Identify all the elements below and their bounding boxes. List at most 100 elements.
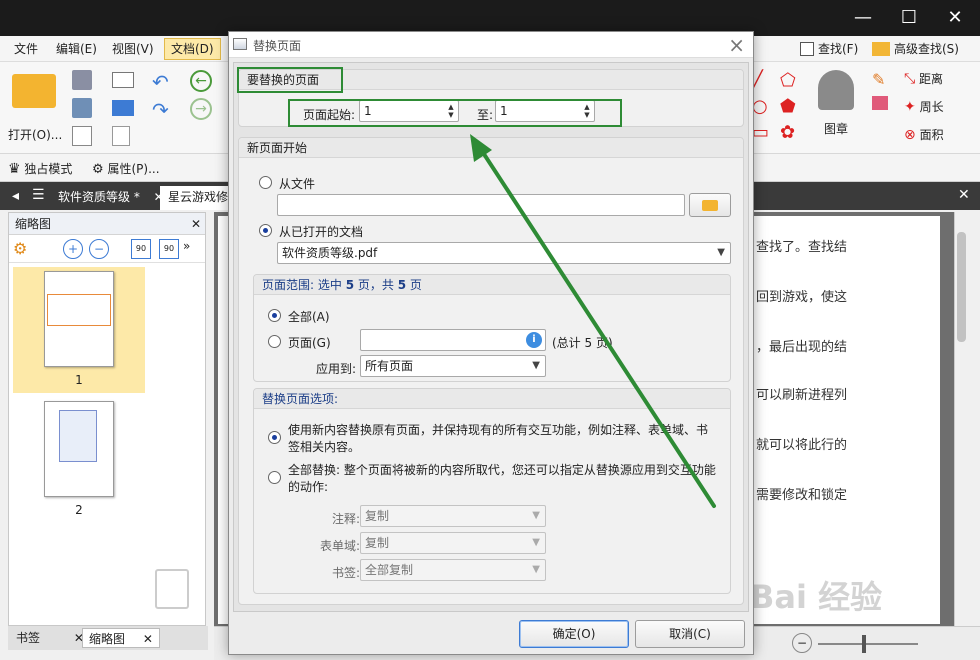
browse-button[interactable]: [689, 193, 731, 217]
pentagon-tool-icon[interactable]: ⬟: [780, 96, 796, 117]
stamp-icon: [818, 70, 854, 110]
cancel-button[interactable]: 取消(C): [635, 620, 745, 648]
folder-icon: [12, 74, 56, 108]
folder-icon: [702, 200, 718, 211]
tab-close-icon[interactable]: ✕: [143, 632, 153, 646]
zoom-out-icon[interactable]: −: [792, 633, 812, 653]
keep-interactions-radio[interactable]: [268, 431, 281, 444]
thumbnail-toolbar: ⚙ + − 90 90 »: [9, 235, 205, 263]
find-menu[interactable]: 查找(F): [800, 40, 858, 60]
menu-edit[interactable]: 编辑(E): [56, 40, 97, 60]
polygon-tool-icon[interactable]: ⬠: [780, 70, 796, 91]
dialog-icon: [233, 38, 247, 50]
info-icon[interactable]: i: [526, 332, 542, 348]
advanced-find-menu[interactable]: 高级查找(S): [872, 40, 959, 60]
properties-button[interactable]: ⚙ 属性(P)...: [92, 160, 160, 177]
save-icon[interactable]: [72, 70, 92, 90]
redo-icon[interactable]: ↷: [152, 98, 169, 122]
rectangle-tool-icon[interactable]: ▭: [752, 122, 769, 143]
minimize-button[interactable]: —: [840, 4, 886, 32]
close-all-tabs-icon[interactable]: ✕: [958, 187, 970, 203]
all-pages-radio[interactable]: [268, 309, 281, 322]
doc-text-line: 查找了。查找结: [756, 240, 848, 255]
annotations-label: 注释:: [332, 512, 361, 526]
email-icon[interactable]: [112, 72, 134, 88]
page-selection-radio[interactable]: [268, 335, 281, 348]
settings-icon[interactable]: ⚙: [13, 239, 33, 259]
file-path-input[interactable]: [277, 194, 685, 216]
zoom-slider[interactable]: [818, 643, 918, 645]
replace-all-label[interactable]: 全部替换: 整个页面将被新的内容所取代，您还可以指定从替换源应用到交互功能的动作…: [288, 462, 718, 496]
export-icon[interactable]: [72, 126, 92, 146]
eraser-icon[interactable]: [872, 96, 888, 110]
perimeter-tool[interactable]: ✦ 周长: [904, 98, 944, 115]
menu-document[interactable]: 文档(D): [164, 38, 221, 60]
menu-file[interactable]: 文件: [14, 40, 38, 60]
cloud-tool-icon[interactable]: ✿: [780, 122, 795, 143]
page-range-input[interactable]: i: [360, 329, 546, 351]
bookmarks-select[interactable]: 全部复制 ▼: [360, 559, 546, 581]
replace-all-radio[interactable]: [268, 471, 281, 484]
vertical-scrollbar[interactable]: [954, 212, 968, 626]
from-file-radio[interactable]: [259, 176, 272, 189]
replace-options-header: 替换页面选项:: [254, 389, 730, 409]
doc-text-line: 回到游戏，使这: [756, 290, 848, 305]
tab-menu-icon[interactable]: ☰: [32, 187, 45, 203]
all-pages-label[interactable]: 全部(A): [288, 308, 330, 325]
undo-icon[interactable]: ↶: [152, 70, 169, 94]
ok-button[interactable]: 确定(O): [519, 620, 629, 648]
tab-thumbnails[interactable]: 缩略图 ✕: [82, 628, 160, 648]
zoom-in-icon[interactable]: +: [63, 239, 83, 259]
apply-to-select[interactable]: 所有页面 ▼: [360, 355, 546, 377]
highlight-box-header: [237, 67, 343, 93]
thumbnail-page-2[interactable]: 2: [13, 397, 145, 517]
distance-tool[interactable]: ⤡ 距离: [904, 70, 943, 87]
doc-text-line: 就可以将此行的: [756, 438, 848, 453]
print-icon[interactable]: [72, 98, 92, 118]
exclusive-mode-button[interactable]: ♛ 独占模式: [8, 160, 72, 177]
tab-list-icon[interactable]: ◂: [12, 188, 19, 204]
keep-interactions-label[interactable]: 使用新内容替换原有页面，并保持现有的所有交互功能，例如注释、表单域、书签相关内容…: [288, 422, 718, 456]
rotate-left-icon[interactable]: 90: [131, 239, 151, 259]
page-range-header: 页面范围: 选中 5 页，共 5 页: [254, 275, 730, 295]
form-fields-label: 表单域:: [320, 539, 361, 553]
menu-view[interactable]: 视图(V): [112, 40, 154, 60]
new-pages-source-group: 新页面开始 从文件 从已打开的文档 软件资质等级.pdf ▼ 页面范围: 选中 …: [238, 137, 744, 605]
zoom-slider-handle[interactable]: [862, 635, 866, 653]
scan-icon[interactable]: [112, 100, 134, 116]
tab-nebula-game[interactable]: 星云游戏修: [160, 186, 237, 210]
replace-options-group: 替换页面选项: 使用新内容替换原有页面，并保持现有的所有交互功能，例如注释、表单…: [253, 388, 731, 594]
area-icon: ⊗: [904, 127, 916, 143]
page-selection-label[interactable]: 页面(G): [288, 334, 331, 351]
stamp-button[interactable]: 图章: [812, 68, 862, 148]
panel-close-icon[interactable]: ✕: [191, 213, 201, 235]
thumbnail-page-1[interactable]: 1: [13, 267, 145, 393]
pencil-icon[interactable]: ✎: [872, 70, 885, 89]
zoom-out-icon[interactable]: −: [89, 239, 109, 259]
area-tool[interactable]: ⊗ 面积: [904, 126, 944, 143]
from-open-doc-radio[interactable]: [259, 224, 272, 237]
distance-icon: ⤡: [904, 71, 916, 87]
rotate-right-icon[interactable]: 90: [159, 239, 179, 259]
more-options-icon[interactable]: »: [183, 239, 203, 259]
close-window-button[interactable]: ✕: [932, 4, 978, 32]
forward-icon[interactable]: →: [190, 98, 212, 120]
perimeter-icon: ✦: [904, 99, 916, 115]
form-fields-select[interactable]: 复制 ▼: [360, 532, 546, 554]
chevron-down-icon: ▼: [532, 360, 540, 371]
circle-tool-icon[interactable]: ○: [752, 96, 768, 117]
new-doc-icon[interactable]: [112, 126, 130, 146]
chevron-down-icon: ▼: [532, 537, 540, 548]
open-document-select[interactable]: 软件资质等级.pdf ▼: [277, 242, 731, 264]
maximize-button[interactable]: ☐: [886, 4, 932, 32]
tab-software-qualification[interactable]: 软件资质等级 * ✕: [50, 186, 172, 210]
close-icon[interactable]: ×: [728, 33, 745, 57]
tab-bookmarks[interactable]: 书签 ✕: [10, 628, 90, 648]
open-button[interactable]: 打开(O)...: [6, 70, 62, 146]
from-open-doc-label[interactable]: 从已打开的文档: [279, 223, 363, 240]
back-icon[interactable]: ←: [190, 70, 212, 92]
scrollbar-thumb[interactable]: [957, 232, 966, 342]
from-file-label[interactable]: 从文件: [279, 175, 315, 192]
annotations-select[interactable]: 复制 ▼: [360, 505, 546, 527]
chevron-down-icon: ▼: [532, 564, 540, 575]
